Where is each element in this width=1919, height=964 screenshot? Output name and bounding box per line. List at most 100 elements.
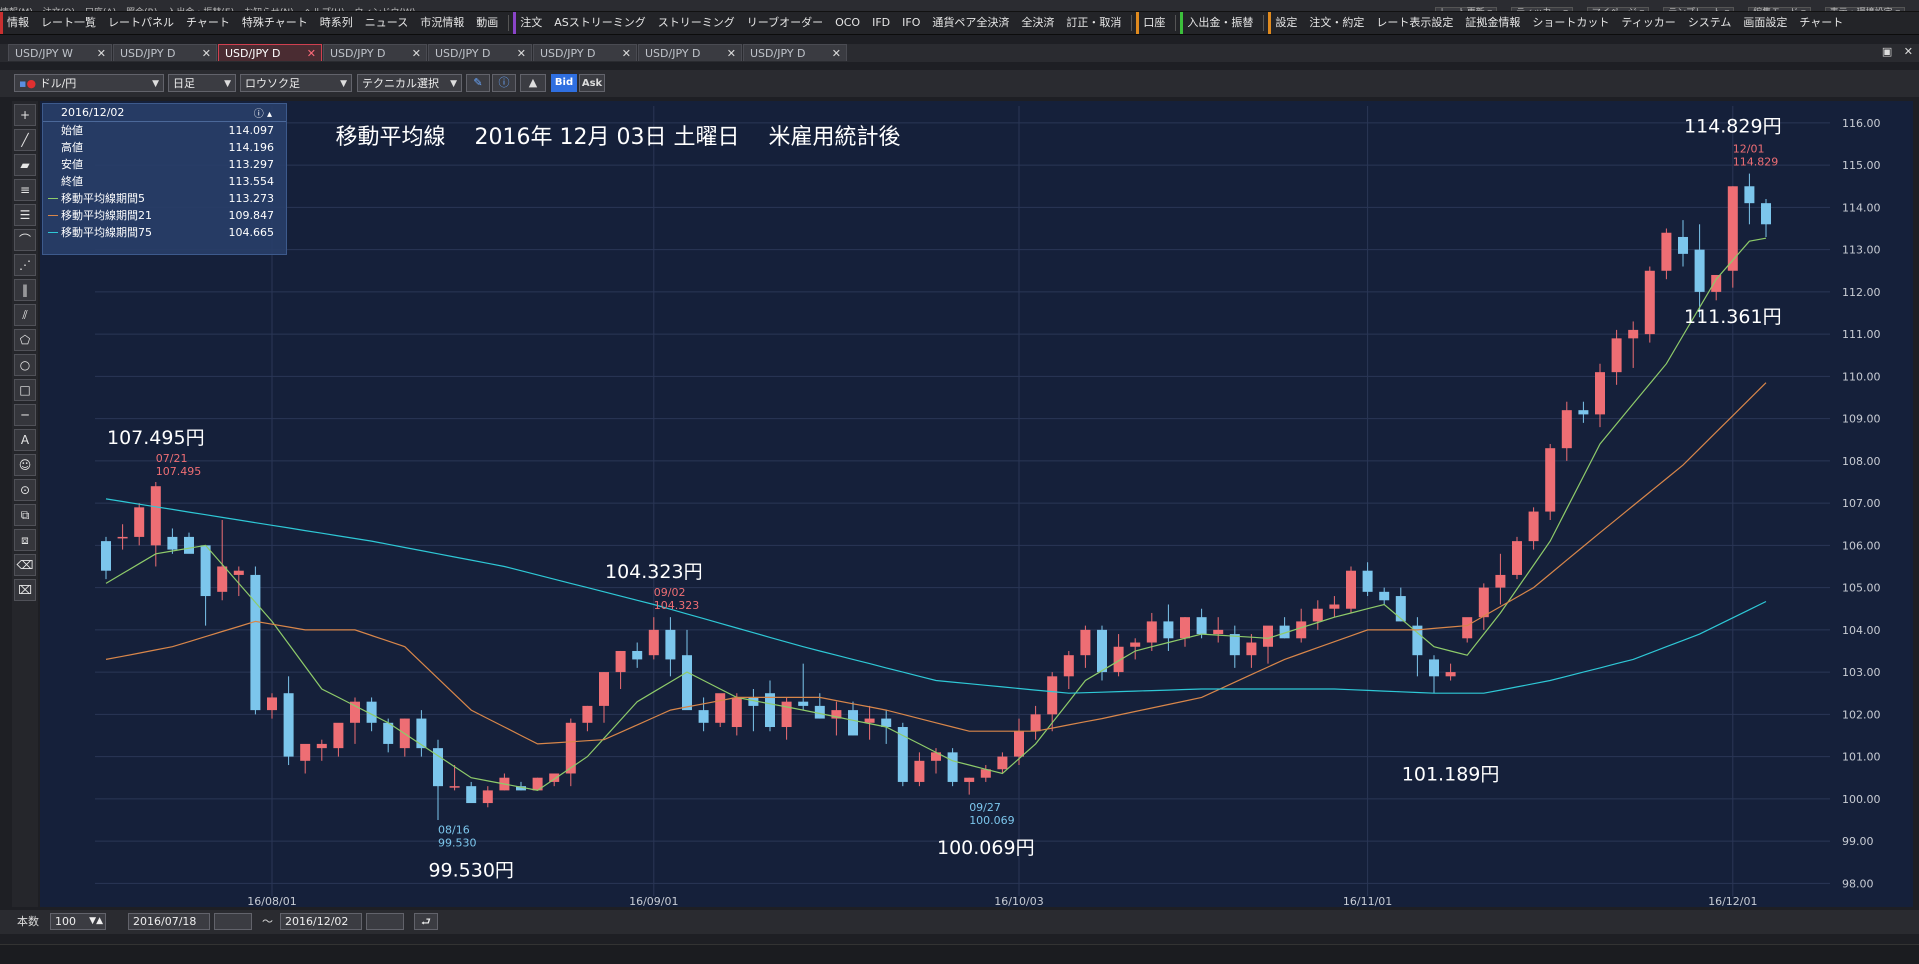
price-annotation-high: 114.829円	[1684, 115, 1782, 137]
toolbar-item[interactable]: ASストリーミング	[548, 12, 652, 34]
horizontal-lines-icon[interactable]: ≡	[14, 179, 36, 201]
toolbar-item[interactable]: 通貨ペア全決済	[926, 12, 1015, 34]
toolbar-item[interactable]: システム	[1682, 12, 1738, 34]
chart-tab[interactable]: USD/JPY W ✕	[8, 44, 112, 61]
toolbar-item[interactable]: チャート	[180, 12, 236, 34]
chart-tab[interactable]: USD/JPY D ✕	[638, 44, 742, 61]
text-icon[interactable]: A	[14, 429, 36, 451]
ruler-icon[interactable]: ▰	[14, 154, 36, 176]
chart-tab[interactable]: USD/JPY D ✕	[533, 44, 637, 61]
channel-icon[interactable]: ⫽	[14, 304, 36, 326]
toolbar-item[interactable]: IFD	[866, 12, 896, 34]
eraser-icon[interactable]: ⌫	[14, 554, 36, 576]
end-time-field[interactable]	[366, 913, 404, 930]
circle-icon[interactable]: ○	[14, 354, 36, 376]
chart-style-select[interactable]: ロウソク足 ▼	[240, 74, 352, 92]
currency-pair-select[interactable]: ▪● ドル/円 ▼	[14, 74, 164, 92]
toolbar-item[interactable]: 動画	[470, 12, 504, 34]
tab-close-icon[interactable]: ✕	[622, 45, 631, 62]
candle-body	[333, 722, 344, 749]
chart-tab[interactable]: USD/JPY D ✕	[113, 44, 217, 61]
tab-close-icon[interactable]: ✕	[727, 45, 736, 62]
toolbar-item[interactable]: 時系列	[314, 12, 359, 34]
x-tick-label: 16/12/01	[1708, 895, 1757, 907]
pentagon-icon[interactable]: ⬠	[14, 329, 36, 351]
toolbar-item[interactable]: 情報	[0, 12, 35, 34]
close-icon[interactable]: ✕	[1904, 45, 1913, 58]
tab-close-icon[interactable]: ✕	[97, 45, 106, 62]
drawing-tools-sidebar: + ╱ ▰ ≡ ☰ ⌒ ⋰ ‖ ⫽ ⬠ ○ □ ─ A ☺ ⊙ ⧉ ⧈ ⌫ ⌧	[12, 101, 38, 907]
currency-pair-label: ドル/円	[39, 77, 77, 90]
toolbar-item[interactable]: ニュース	[359, 12, 414, 34]
tab-close-icon[interactable]: ✕	[307, 45, 316, 62]
toolbar-item[interactable]: チャート	[1793, 12, 1849, 34]
vertical-lines-icon[interactable]: ‖	[14, 279, 36, 301]
chart-tab[interactable]: USD/JPY D ✕	[428, 44, 532, 61]
toolbar-item[interactable]: 特殊チャート	[236, 12, 314, 34]
end-date-field[interactable]: 2016/12/02	[280, 913, 362, 930]
cursor-icon[interactable]: ⊙	[14, 479, 36, 501]
start-time-field[interactable]	[214, 913, 252, 930]
chart-tab[interactable]: USD/JPY D ✕	[323, 44, 427, 61]
maximize-icon[interactable]: ▣	[1882, 45, 1892, 58]
arc-icon[interactable]: ⌒	[14, 229, 36, 251]
x-tick-label: 16/10/03	[994, 895, 1043, 907]
tab-close-icon[interactable]: ✕	[517, 45, 526, 62]
value-annotation-low: 100.069	[969, 814, 1015, 827]
toolbar-item[interactable]: 市況情報	[414, 12, 470, 34]
toolbar-item[interactable]: 入出金・振替	[1180, 12, 1259, 34]
value-annotation-high: 104.323	[654, 599, 700, 612]
ask-toggle[interactable]: Ask	[579, 74, 605, 92]
bid-toggle[interactable]: Bid	[551, 74, 577, 92]
trendline-icon[interactable]: ╱	[14, 129, 36, 151]
toolbar-item[interactable]: 注文・約定	[1303, 12, 1370, 34]
y-tick-label: 107.00	[1842, 497, 1881, 510]
toolbar-separator	[1263, 15, 1265, 31]
info-collapse-icon[interactable]: ⓘ ▴	[254, 106, 272, 123]
candle-body	[1097, 629, 1107, 673]
count-stepper[interactable]: 100 ▼▲	[50, 913, 106, 930]
toolbar-item[interactable]: 口座	[1136, 12, 1171, 34]
period-select[interactable]: 日足 ▼	[168, 74, 236, 92]
emoji-icon[interactable]: ☺	[14, 454, 36, 476]
eraser-all-icon[interactable]: ⌧	[14, 579, 36, 601]
toolbar-item[interactable]: 全決済	[1015, 12, 1060, 34]
toolbar-item[interactable]: OCO	[829, 12, 866, 34]
rectangle-icon[interactable]: □	[14, 379, 36, 401]
fan-icon[interactable]: ⋰	[14, 254, 36, 276]
pencil-button[interactable]: ✎	[466, 74, 490, 92]
toolbar-item[interactable]: 設定	[1268, 12, 1303, 34]
line-icon[interactable]: ─	[14, 404, 36, 426]
tab-close-icon[interactable]: ✕	[202, 45, 211, 62]
candlestick-chart[interactable]: 116.00 115.00 114.00 113.00 112.00 111.00 110.…	[40, 101, 1913, 907]
toolbar-item[interactable]: リーブオーダー	[741, 12, 829, 34]
toolbar-item[interactable]: ショートカット	[1526, 12, 1615, 34]
candle-body	[648, 629, 659, 656]
toolbar-item[interactable]: ティッカー	[1615, 12, 1681, 34]
toolbar-item[interactable]: IFO	[896, 12, 926, 34]
info-row-label: 高値	[61, 141, 83, 154]
refresh-button[interactable]: ⮐	[414, 913, 438, 930]
info-button[interactable]: ⓘ	[492, 74, 516, 92]
copy-icon[interactable]: ⧉	[14, 504, 36, 526]
paste-icon[interactable]: ⧈	[14, 529, 36, 551]
fibonacci-icon[interactable]: ☰	[14, 204, 36, 226]
chart-tab[interactable]: USD/JPY D ✕	[743, 44, 847, 61]
toolbar-item[interactable]: レート一覧	[35, 12, 102, 34]
crosshair-icon[interactable]: +	[14, 104, 36, 126]
technical-select[interactable]: テクニカル選択 ▼	[357, 74, 462, 92]
toolbar-item[interactable]: 画面設定	[1737, 12, 1793, 34]
tab-close-icon[interactable]: ✕	[832, 45, 841, 62]
toolbar-item[interactable]: 証拠金情報	[1459, 12, 1526, 34]
toolbar-item[interactable]: レートパネル	[102, 12, 180, 34]
candle-body	[1744, 186, 1755, 204]
toolbar-item[interactable]: 注文	[513, 12, 548, 34]
area-chart-button[interactable]: ▲	[520, 74, 546, 92]
toolbar-item[interactable]: レート表示設定	[1370, 12, 1459, 34]
chart-tab[interactable]: USD/JPY D ✕	[218, 44, 322, 61]
tab-close-icon[interactable]: ✕	[412, 45, 421, 62]
chart-area[interactable]: 116.00 115.00 114.00 113.00 112.00 111.00 110.…	[40, 101, 1913, 907]
toolbar-item[interactable]: 訂正・取消	[1060, 12, 1127, 34]
toolbar-item[interactable]: ストリーミング	[652, 12, 741, 34]
start-date-field[interactable]: 2016/07/18	[128, 913, 210, 930]
